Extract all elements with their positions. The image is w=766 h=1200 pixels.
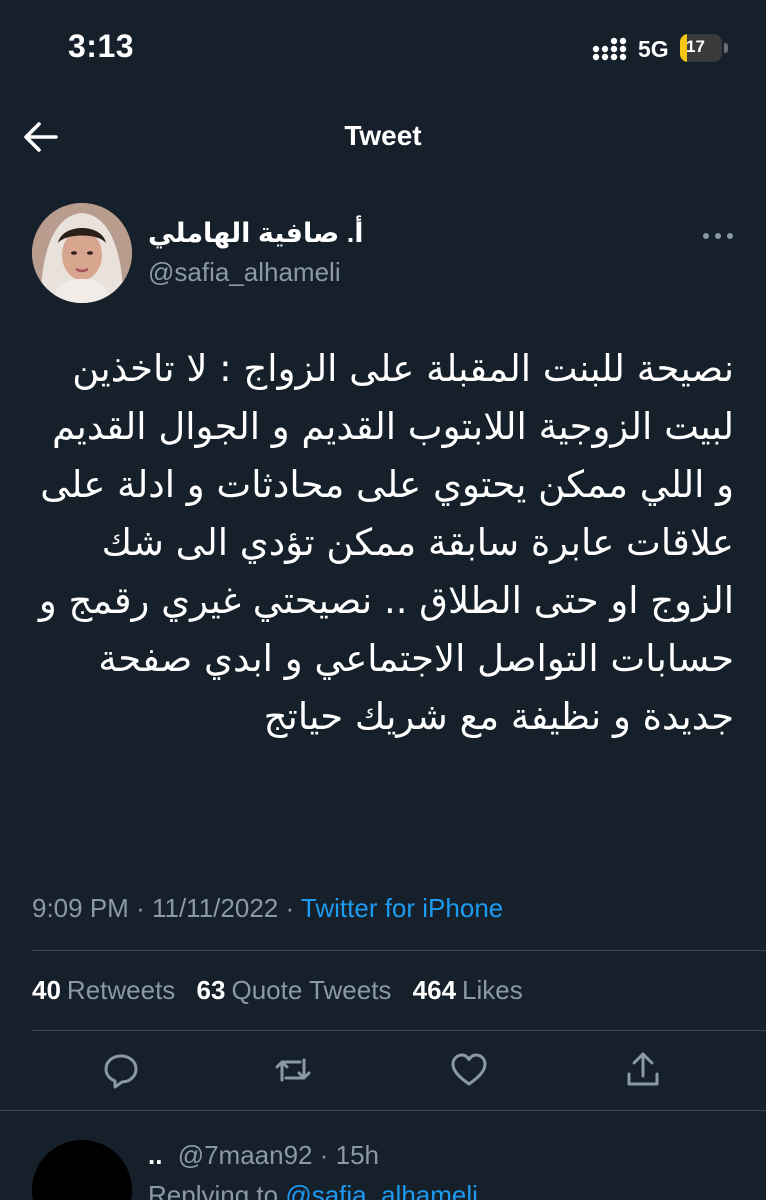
divider xyxy=(32,1030,766,1031)
ellipsis-icon[interactable] xyxy=(698,226,738,246)
meta-separator: · xyxy=(319,1140,329,1170)
reply-item[interactable]: .. @7maan92 · 15h Replying to @safia_alh… xyxy=(0,1132,766,1200)
status-bar: 3:13 5G 17 xyxy=(0,0,766,100)
replying-mention-link[interactable]: @safia_alhameli xyxy=(285,1180,478,1200)
like-icon[interactable] xyxy=(449,1050,489,1090)
battery-level-text: 17 xyxy=(686,37,705,56)
retweets-count: 40 xyxy=(32,975,61,1005)
tweet-text: نصيحة للبنت المقبلة على الزواج : لا تاخذ… xyxy=(38,347,734,738)
display-name[interactable]: أ. صافية الهاملي xyxy=(148,218,363,249)
divider xyxy=(0,1110,766,1111)
replying-to: Replying to @safia_alhameli xyxy=(148,1180,478,1200)
user-handle[interactable]: @safia_alhameli xyxy=(148,257,341,288)
avatar[interactable] xyxy=(32,1140,132,1200)
reply-handle[interactable]: @7maan92 xyxy=(178,1140,313,1170)
likes-stat[interactable]: 464 Likes xyxy=(413,975,523,1005)
tweet-time: 9:09 PM xyxy=(32,893,129,923)
battery-charging-icon: 17 xyxy=(680,34,722,62)
retweets-stat[interactable]: 40 Retweets xyxy=(32,975,175,1005)
share-icon[interactable] xyxy=(623,1050,663,1090)
likes-label: Likes xyxy=(462,975,523,1005)
reply-icon[interactable] xyxy=(101,1050,141,1090)
meta-separator: · xyxy=(136,893,145,923)
network-label: 5G xyxy=(638,36,669,62)
avatar[interactable] xyxy=(32,203,132,303)
quotes-label: Quote Tweets xyxy=(231,975,392,1005)
tweet-stats: 40 Retweets 63 Quote Tweets 464 Likes xyxy=(32,975,537,1006)
reply-header: .. @7maan92 · 15h xyxy=(148,1140,379,1171)
meta-separator: · xyxy=(285,893,295,923)
tweet-meta: 9:09 PM · 11/11/2022 · Twitter for iPhon… xyxy=(32,893,503,924)
signal-dots-icon xyxy=(592,37,627,61)
quote-tweets-stat[interactable]: 63 Quote Tweets xyxy=(197,975,392,1005)
retweets-label: Retweets xyxy=(66,975,176,1005)
quotes-count: 63 xyxy=(196,975,226,1005)
likes-count: 464 xyxy=(412,975,457,1005)
avatar-image xyxy=(32,203,132,303)
tweet-source-link[interactable]: Twitter for iPhone xyxy=(301,893,503,923)
battery-indicator: 17 xyxy=(680,34,728,62)
reply-display-name[interactable]: .. xyxy=(148,1140,162,1170)
tweet-actions xyxy=(0,1050,766,1100)
page-title: Tweet xyxy=(344,120,422,151)
nav-bar: Tweet xyxy=(0,100,766,175)
tweet-author: أ. صافية الهاملي @safia_alhameli xyxy=(0,200,766,310)
battery-tip xyxy=(724,43,728,53)
reply-age: 15h xyxy=(335,1140,380,1170)
replying-prefix: Replying to xyxy=(148,1180,279,1200)
retweet-icon[interactable] xyxy=(273,1050,313,1090)
status-time: 3:13 xyxy=(68,28,135,64)
tweet-date: 11/11/2022 xyxy=(151,893,279,923)
divider xyxy=(32,950,766,951)
